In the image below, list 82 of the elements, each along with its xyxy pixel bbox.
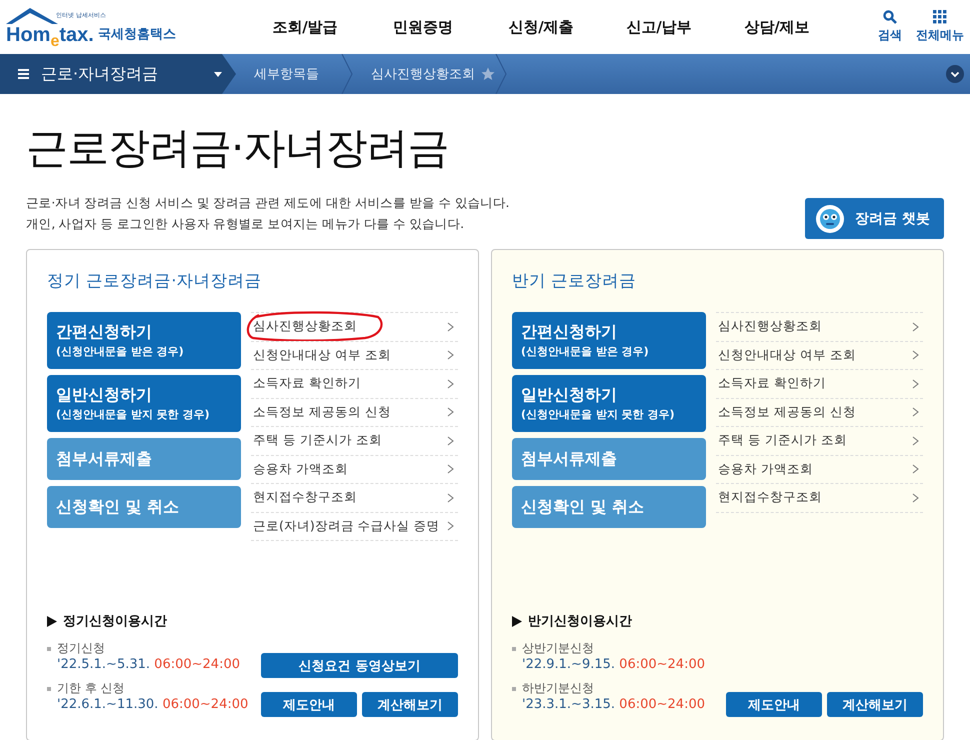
nav-menu-item[interactable]: 상담/제보 (718, 18, 836, 36)
chevron-right-icon (447, 407, 454, 418)
hours-heading: 정기신청이용시간 (47, 612, 248, 630)
logo-wordmark[interactable]: Hom$_{e}$tax. (6, 25, 94, 45)
link-item[interactable]: 주택 등 기준시가 조회 (251, 427, 458, 456)
hours-period: '22.5.1.~5.31. 06:00~24:00 (56, 657, 241, 672)
chevron-right-icon (912, 436, 919, 446)
apply-button[interactable]: 일반신청하기 (신청안내문을 받지 못한 경우) (47, 375, 241, 432)
chevron-right-icon (912, 492, 919, 503)
apply-button[interactable]: 일반신청하기 (신청안내문을 받지 못한 경우) (512, 375, 706, 432)
link-item[interactable]: 심사진행상황조회 (251, 313, 458, 342)
breadcrumb-item[interactable]: 세부항목들 (236, 54, 341, 94)
chevron-right-icon (912, 350, 919, 360)
hours-label: 상반기분신청 (512, 640, 705, 657)
page-title: 근로장려금·자녀장려금 (26, 122, 450, 174)
robot-icon (815, 204, 846, 234)
caret-icon (214, 72, 222, 76)
description-text: 개인, 사업자 등 로그인한 사용자 유형별로 보여지는 메뉴가 다를 수 있습니다. (26, 215, 465, 233)
link-item[interactable]: 주택 등 기준시가 조회 (716, 427, 923, 456)
search-icon (883, 10, 897, 24)
info-button[interactable]: 계산해보기 (827, 692, 923, 717)
hours-heading: 반기신청이용시간 (512, 612, 705, 630)
triangle-icon (47, 616, 57, 626)
nav-menu-item[interactable]: 조회/발급 (246, 18, 364, 36)
triangle-icon (512, 616, 522, 626)
apply-button[interactable]: 간편신청하기 (신청안내문을 받은 경우) (47, 312, 241, 369)
hours-label: 하반기분신청 (512, 680, 705, 697)
breadcrumb-item[interactable]: 심사진행상황조회 (353, 54, 497, 94)
link-item[interactable]: 소득자료 확인하기 (716, 370, 923, 398)
link-item[interactable]: 신청안내대상 여부 조회 (251, 342, 458, 370)
description-text: 근로·자녀 장려금 신청 서비스 및 장려금 관련 제도에 대한 서비스를 받을 수 있습니다. (26, 194, 510, 212)
chevron-right-icon (447, 436, 454, 446)
section-menu-dropdown[interactable]: 근로·자녀장려금 (0, 54, 236, 94)
info-button[interactable]: 신청요건 동영상보기 (261, 653, 458, 678)
nav-menu-item[interactable]: 신청/제출 (482, 18, 600, 36)
menu-button[interactable]: 전체메뉴 (916, 10, 964, 44)
bullet-icon (47, 646, 51, 650)
hours-label: 기한 후 신청 (47, 680, 248, 697)
nav-menu-item[interactable]: 신고/납부 (600, 18, 718, 36)
chevron-right-icon (447, 464, 454, 474)
link-item[interactable]: 소득정보 제공동의 신청 (251, 398, 458, 427)
link-item[interactable]: 승용차 가액조회 (251, 456, 458, 484)
star-icon[interactable] (481, 67, 495, 81)
expand-icon[interactable] (946, 65, 964, 83)
chevron-right-icon (447, 350, 454, 360)
info-button[interactable]: 제도안내 (726, 692, 822, 717)
panel-title: 정기 근로장려금·자녀장려금 (47, 270, 262, 292)
link-item[interactable]: 현지접수창구조회 (251, 484, 458, 512)
chevron-right-icon (447, 322, 454, 332)
site-name[interactable]: 국세청홈택스 (98, 25, 176, 43)
search-button[interactable]: 검색 (878, 10, 902, 44)
link-item[interactable]: 심사진행상황조회 (716, 313, 923, 342)
hours-period: '22.6.1.~11.30. 06:00~24:00 (56, 697, 248, 712)
menu-icon (18, 69, 29, 79)
link-item[interactable]: 현지접수창구조회 (716, 484, 923, 512)
chevron-right-icon (912, 407, 919, 418)
link-item[interactable]: 소득정보 제공동의 신청 (716, 398, 923, 427)
hours-label: 정기신청 (47, 640, 248, 657)
chevron-right-icon (912, 464, 919, 474)
nav-menu-item[interactable]: 민원증명 (364, 18, 482, 36)
link-item[interactable]: 승용차 가액조회 (716, 456, 923, 484)
chevron-right-icon (447, 492, 454, 503)
hours-period: '22.9.1.~9.15. 06:00~24:00 (521, 657, 705, 672)
chevron-right-icon (912, 322, 919, 332)
chevron-right-icon (447, 378, 454, 389)
info-button[interactable]: 제도안내 (261, 692, 357, 717)
chatbot-button[interactable]: 장려금 챗봇 (805, 198, 944, 239)
chevron-divider-icon (495, 54, 507, 94)
chevron-divider-icon (341, 54, 353, 94)
bullet-icon (512, 686, 516, 690)
chevron-right-icon (912, 378, 919, 389)
link-item[interactable]: 근로(자녀)장려금 수급사실 증명 (251, 512, 458, 541)
grid-icon (933, 10, 947, 24)
hours-period: '23.3.1.~3.15. 06:00~24:00 (521, 697, 705, 712)
chevron-right-icon (447, 521, 454, 532)
bullet-icon (512, 646, 516, 650)
panel-title: 반기 근로장려금 (512, 270, 638, 292)
info-button[interactable]: 계산해보기 (362, 692, 458, 717)
apply-button[interactable]: 간편신청하기 (신청안내문을 받은 경우) (512, 312, 706, 369)
link-item[interactable]: 신청안내대상 여부 조회 (716, 342, 923, 370)
bullet-icon (47, 686, 51, 690)
link-item[interactable]: 소득자료 확인하기 (251, 370, 458, 398)
